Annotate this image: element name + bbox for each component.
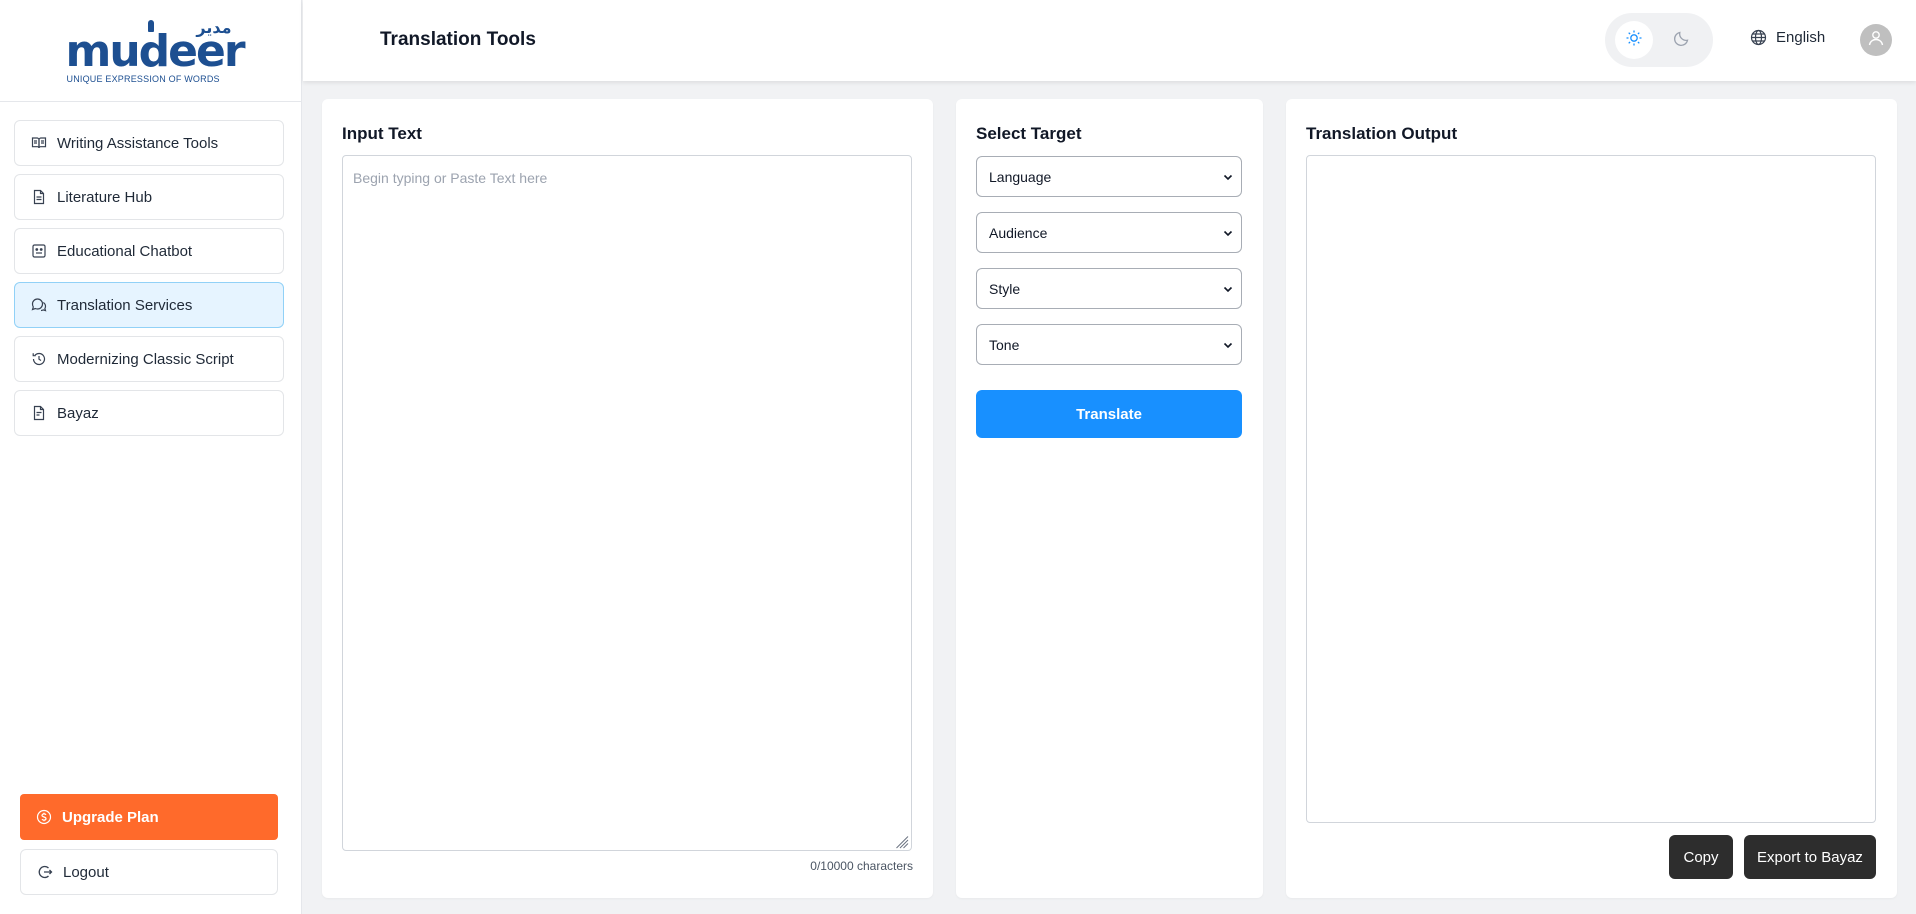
chevron-down-icon — [1222, 171, 1234, 183]
chat-bubbles-icon — [31, 297, 47, 313]
tone-select-value: Tone — [989, 336, 1020, 353]
sidebar-item-writing-assistance-tools[interactable]: Writing Assistance Tools — [14, 120, 284, 166]
sidebar-nav: Writing Assistance Tools Literature Hub … — [14, 120, 284, 444]
sidebar-item-modernizing-classic-script[interactable]: Modernizing Classic Script — [14, 336, 284, 382]
input-text-title: Input Text — [342, 124, 422, 143]
light-mode-button[interactable] — [1615, 21, 1653, 59]
tone-select[interactable]: Tone — [976, 324, 1242, 365]
sidebar-item-label: Educational Chatbot — [57, 242, 193, 260]
top-header: Translation Tools English — [303, 0, 1916, 81]
sidebar-item-label: Modernizing Classic Script — [57, 350, 234, 368]
sidebar-item-literature-hub[interactable]: Literature Hub — [14, 174, 284, 220]
language-select[interactable]: Language — [976, 156, 1242, 197]
dark-mode-button[interactable] — [1663, 21, 1701, 59]
user-icon — [1867, 29, 1885, 52]
file-text-icon — [31, 189, 47, 205]
chevron-down-icon — [1222, 339, 1234, 351]
book-open-icon — [31, 135, 47, 151]
sidebar-item-label: Translation Services — [57, 296, 193, 314]
logout-label: Logout — [63, 863, 109, 881]
sidebar-item-bayaz[interactable]: Bayaz — [14, 390, 284, 436]
sidebar-item-educational-chatbot[interactable]: Educational Chatbot — [14, 228, 284, 274]
translation-output-box — [1306, 155, 1876, 823]
logout-button[interactable]: Logout — [20, 849, 278, 895]
logo-area: مدير mudeer UNIQUE EXPRESSION OF WORDS — [0, 0, 301, 102]
history-icon — [31, 351, 47, 367]
translate-button[interactable]: Translate — [976, 390, 1242, 438]
sidebar-item-label: Writing Assistance Tools — [57, 134, 219, 152]
logout-icon — [37, 864, 53, 880]
sun-icon — [1625, 29, 1643, 52]
moon-icon — [1673, 29, 1691, 52]
avatar[interactable] — [1860, 24, 1892, 56]
theme-toggle — [1605, 13, 1713, 67]
dollar-circle-icon — [36, 809, 52, 825]
globe-icon — [1750, 29, 1767, 46]
language-selector[interactable]: English — [1750, 29, 1825, 46]
translation-output-title: Translation Output — [1306, 124, 1458, 143]
upgrade-plan-button[interactable]: Upgrade Plan — [20, 794, 278, 840]
logo-tagline: UNIQUE EXPRESSION OF WORDS — [66, 73, 220, 84]
translation-output-panel: Translation Output Copy Export to Bayaz — [1286, 99, 1897, 898]
file-icon — [31, 405, 47, 421]
select-target-panel: Select Target Language Audience Style To… — [956, 99, 1263, 898]
upgrade-plan-label: Upgrade Plan — [62, 808, 159, 826]
copy-button[interactable]: Copy — [1669, 835, 1733, 879]
style-select-value: Style — [989, 280, 1021, 297]
audience-select[interactable]: Audience — [976, 212, 1242, 253]
audience-select-value: Audience — [989, 224, 1048, 241]
sidebar-item-translation-services[interactable]: Translation Services — [14, 282, 284, 328]
sidebar-item-label: Literature Hub — [57, 188, 153, 206]
chevron-down-icon — [1222, 283, 1234, 295]
sidebar-item-label: Bayaz — [57, 404, 99, 422]
logo-wordmark: mudeer — [65, 25, 246, 77]
sidebar: مدير mudeer UNIQUE EXPRESSION OF WORDS W… — [0, 0, 302, 914]
chevron-down-icon — [1222, 227, 1234, 239]
input-text-panel: Input Text 0/10000 characters — [322, 99, 933, 898]
input-text-area[interactable] — [342, 155, 912, 851]
page-title: Translation Tools — [380, 29, 536, 50]
style-select[interactable]: Style — [976, 268, 1242, 309]
language-select-value: Language — [989, 168, 1052, 185]
language-label: English — [1776, 29, 1826, 46]
export-to-bayaz-button[interactable]: Export to Bayaz — [1744, 835, 1876, 879]
select-target-title: Select Target — [976, 124, 1082, 143]
mudeer-logo[interactable]: مدير mudeer UNIQUE EXPRESSION OF WORDS — [66, 16, 246, 86]
character-counter: 0/10000 characters — [810, 859, 913, 873]
resize-grip-icon[interactable] — [895, 835, 909, 849]
robot-icon — [31, 243, 47, 259]
